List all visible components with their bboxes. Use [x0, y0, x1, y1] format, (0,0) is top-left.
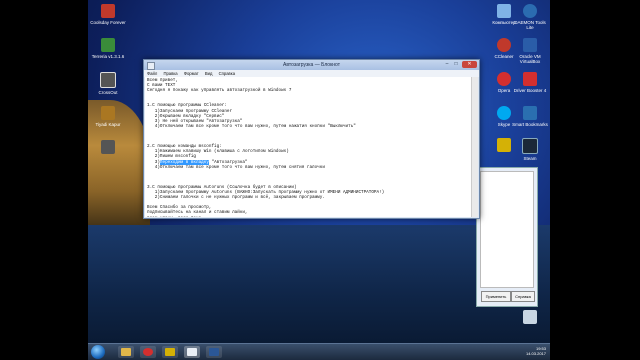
vertical-scrollbar[interactable]: [471, 77, 478, 217]
desktop: Coolsday Forever Terreria v1.3.1.6 Cross…: [88, 0, 550, 360]
text-line: всем удачи, всем пока...: [147, 216, 470, 217]
desktop-icon-label: Tiyadi Kapur: [95, 122, 121, 127]
taskbar-explorer[interactable]: [118, 346, 134, 358]
terraria-icon: [101, 38, 115, 52]
taskbar-word[interactable]: [206, 346, 222, 358]
daemon-tools-icon: [523, 4, 537, 18]
desktop-icon-label: DAEMON Tools Lite: [514, 20, 546, 30]
taskbar-notepad[interactable]: [184, 346, 200, 358]
opera-icon: [143, 348, 153, 356]
help-button[interactable]: Справка: [511, 291, 535, 302]
system-clock[interactable]: 19:53 14.03.2017: [526, 346, 546, 356]
desktop-icon-label: Terreria v1.3.1.6: [91, 54, 125, 59]
driver-booster-icon: [523, 72, 537, 86]
desktop-icon-label: Oracle VM VirtualBox: [519, 54, 541, 64]
desktop-icon-label: Coolsday Forever: [90, 20, 126, 25]
explorer-icon: [121, 348, 131, 356]
skype-icon: [497, 106, 511, 120]
close-button[interactable]: ✕: [462, 61, 477, 68]
desktop-icon-label: Steam: [523, 156, 537, 161]
computer-icon: [497, 4, 511, 18]
notepad-window: Автозагрузка — Блокнот – □ ✕ Файл Правка…: [143, 59, 480, 219]
background-dialog: Применить Справка: [476, 167, 538, 307]
dialog-content: [480, 171, 534, 288]
desktop-icon-label: Driver Booster 4: [513, 88, 547, 93]
maximize-button[interactable]: □: [452, 61, 460, 68]
desktop-icon-label: Smart Bookmarks: [512, 122, 548, 127]
xb-icon: [497, 138, 511, 152]
minimize-button[interactable]: –: [443, 61, 451, 68]
apply-button[interactable]: Применить: [481, 291, 511, 302]
media-icon: [165, 348, 175, 356]
tiyadi-icon: [101, 106, 115, 120]
taskbar-media[interactable]: [162, 346, 178, 358]
desktop-icon-daemon[interactable]: DAEMON Tools Lite: [512, 4, 548, 30]
desktop-icon-smart-bookmarks[interactable]: Smart Bookmarks: [512, 106, 548, 127]
crossout-icon: [100, 72, 116, 88]
taskbar: 19:53 14.03.2017: [88, 343, 550, 360]
menu-help[interactable]: Справка: [219, 71, 235, 76]
desktop-icon-terraria[interactable]: Terreria v1.3.1.6: [90, 38, 126, 59]
desktop-icon-folder[interactable]: [90, 140, 126, 156]
desktop-icon-driver-booster[interactable]: Driver Booster 4: [512, 72, 548, 93]
selected-text: Переходим в вкладку: [159, 159, 209, 165]
window-title: Автозагрузка — Блокнот: [283, 62, 340, 68]
start-button[interactable]: [91, 345, 105, 359]
desktop-icon-tiyadi[interactable]: Tiyadi Kapur: [90, 106, 126, 127]
opera-icon: [497, 72, 511, 86]
desktop-icon-steam[interactable]: Steam: [512, 138, 548, 161]
desktop-icon-coolsday[interactable]: Coolsday Forever: [90, 4, 126, 25]
menu-format[interactable]: Формат: [184, 71, 199, 76]
ccleaner-icon: [497, 38, 511, 52]
virtualbox-icon: [523, 38, 537, 52]
clock-date: 14.03.2017: [525, 351, 546, 356]
desktop-icon-recycle-bin[interactable]: [512, 310, 548, 326]
menu-bar: Файл Правка Формат Вид Справка: [144, 70, 479, 77]
menu-file[interactable]: Файл: [147, 71, 157, 76]
menu-view[interactable]: Вид: [205, 71, 213, 76]
bookmarks-icon: [523, 106, 537, 120]
notepad-text-area[interactable]: Всем привет, С вами TEXT Сегодня я покажу …: [145, 77, 472, 217]
desktop-icon-label: CrossOut: [98, 90, 118, 95]
coolsday-icon: [101, 4, 115, 18]
desktop-icon-virtualbox[interactable]: Oracle VM VirtualBox: [512, 38, 548, 64]
menu-edit[interactable]: Правка: [163, 71, 177, 76]
window-titlebar[interactable]: Автозагрузка — Блокнот – □ ✕: [144, 60, 479, 70]
notepad-icon: [147, 62, 155, 70]
desktop-icon-crossout[interactable]: CrossOut: [90, 72, 126, 95]
word-icon: [209, 348, 219, 356]
folder-icon: [101, 140, 115, 154]
taskbar-opera[interactable]: [140, 346, 156, 358]
notepad-icon: [187, 348, 197, 356]
recycle-bin-icon: [523, 310, 537, 324]
steam-icon: [522, 138, 538, 154]
